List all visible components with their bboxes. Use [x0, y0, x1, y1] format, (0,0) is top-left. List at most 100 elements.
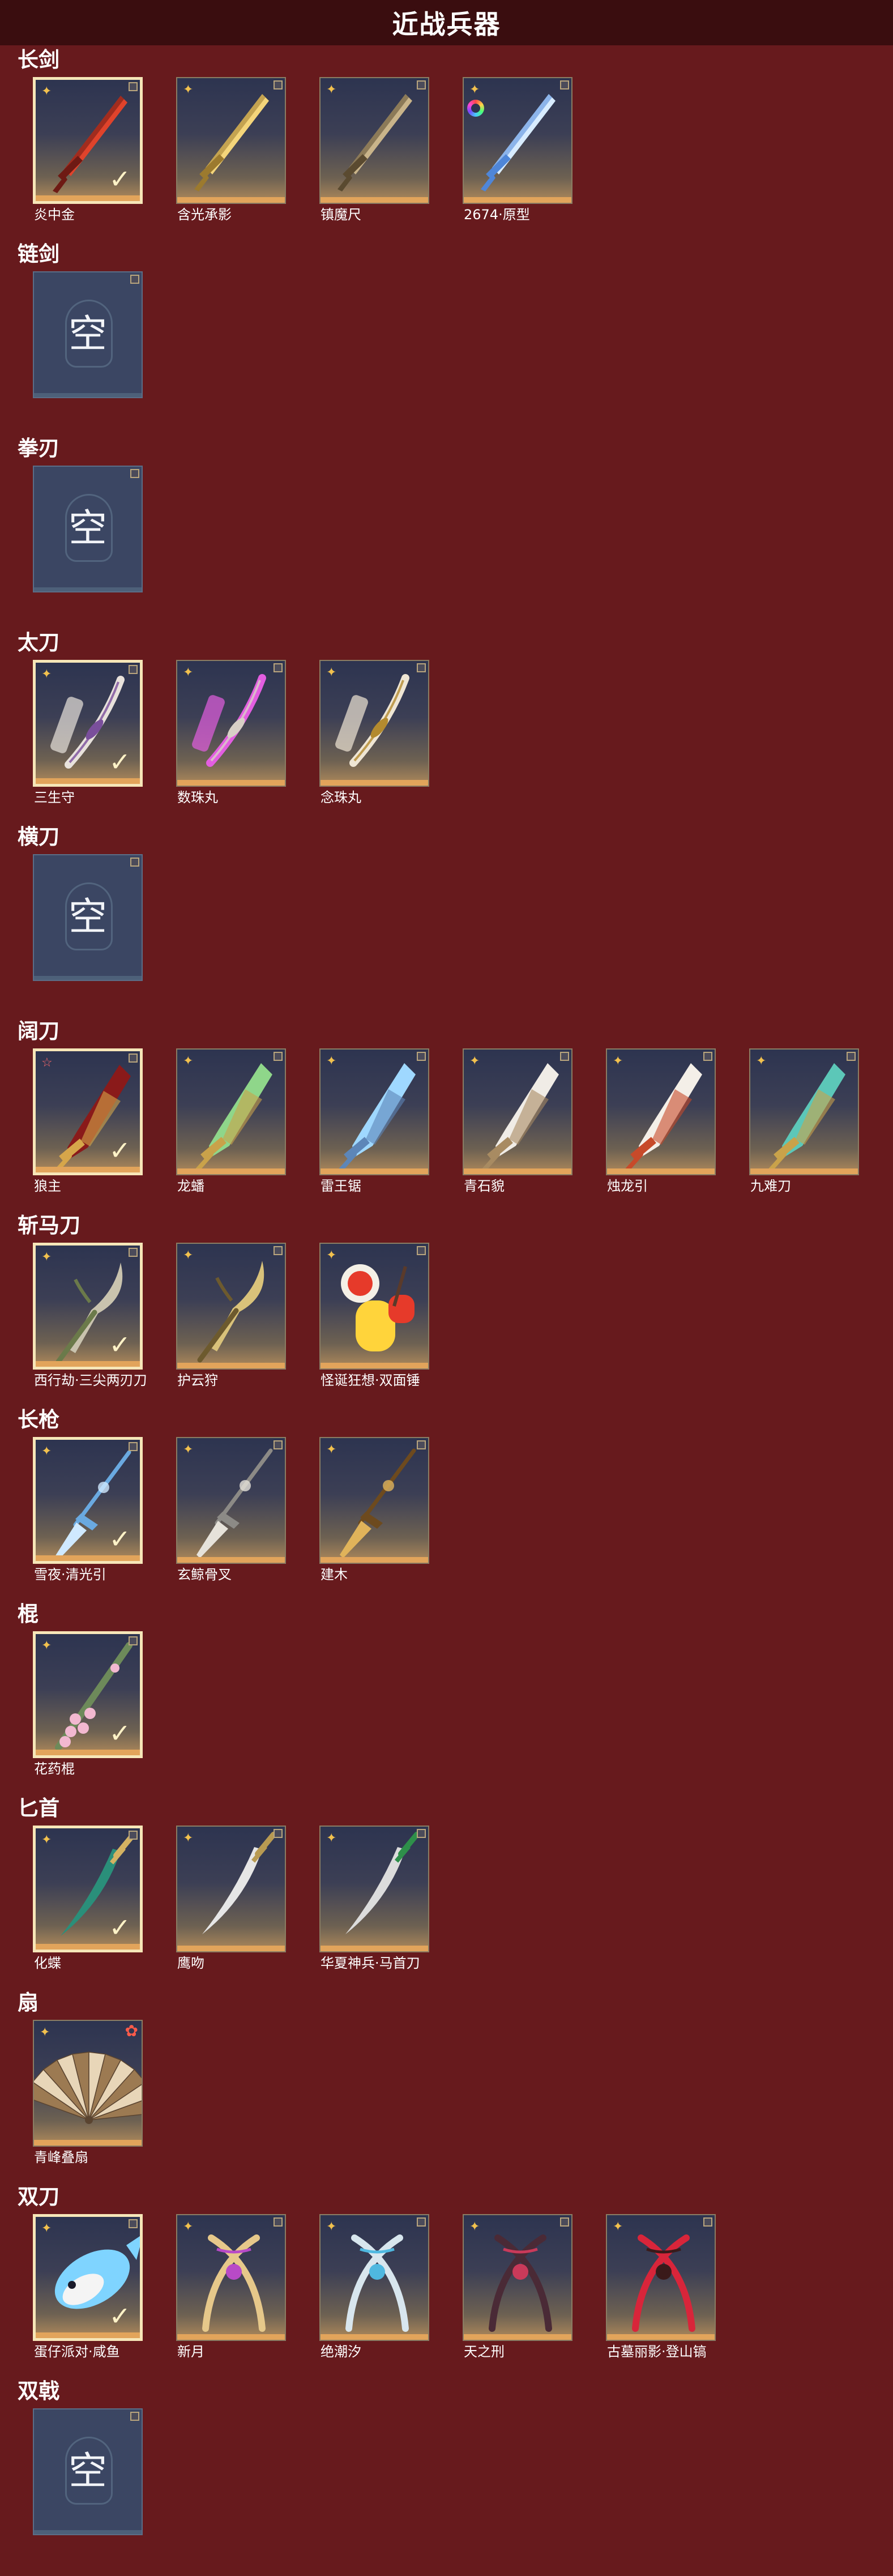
- equipped-check-icon: ✓: [109, 747, 131, 777]
- weapon-slot[interactable]: ✦ ✓ 炎中金: [33, 77, 143, 236]
- card-bottom-bar: [321, 197, 428, 203]
- weapon-card[interactable]: ✦: [176, 77, 286, 204]
- equipped-check-icon: ✓: [109, 1718, 131, 1748]
- weapon-card[interactable]: 空: [33, 854, 143, 981]
- weapon-slot[interactable]: ✦ 古墓丽影·登山镐: [606, 2214, 716, 2373]
- gold-star-rarity-icon: ✦: [41, 84, 52, 99]
- weapon-name-label: 玄鲸骨叉: [177, 1567, 232, 1583]
- weapon-card[interactable]: ✦: [749, 1048, 859, 1175]
- weapon-slot[interactable]: ✦ ✓ 西行劫·三尖两刃刀: [33, 1243, 147, 1401]
- weapon-card[interactable]: 空: [33, 2408, 143, 2535]
- weapon-card[interactable]: ✦ ✓: [33, 1631, 143, 1758]
- flower-badge-icon: ✿: [125, 2021, 138, 2040]
- corner-marker-icon: [274, 1052, 283, 1061]
- weapon-card[interactable]: ☆ ✓: [33, 1048, 143, 1175]
- section-title: 阔刀: [18, 1019, 59, 1043]
- weapon-slot[interactable]: ✦ 雷王锯: [319, 1048, 429, 1207]
- weapon-slot[interactable]: ✦ 绝潮汐: [319, 2214, 429, 2373]
- gold-star-rarity-icon: ✦: [41, 1639, 52, 1653]
- weapon-card[interactable]: ✦: [463, 77, 572, 204]
- empty-weapon-slot[interactable]: 空: [33, 854, 143, 1013]
- weapon-name-label: 2674·原型: [464, 207, 530, 223]
- weapon-slot-row: 空: [33, 271, 882, 430]
- weapon-slot[interactable]: ✦ 镇魔尺: [319, 77, 429, 236]
- section-title: 扇: [18, 1990, 39, 2015]
- weapon-card[interactable]: 空: [33, 271, 143, 398]
- weapon-slot[interactable]: ✦ 华夏神兵·马首刀: [319, 1826, 429, 1984]
- weapon-card[interactable]: ✦: [319, 2214, 429, 2341]
- corner-marker-icon: [847, 1052, 856, 1061]
- corner-marker-icon: [417, 2217, 426, 2227]
- weapon-card[interactable]: ✦: [606, 1048, 716, 1175]
- weapon-section: 斩马刀 ✦ ✓ 西行劫·三尖两刃刀 ✦ 护云狩 ✦ 怪诞狂想·双面锤: [0, 1211, 893, 1405]
- weapon-card[interactable]: ✦: [319, 1243, 429, 1370]
- weapon-card[interactable]: ✦: [176, 1048, 286, 1175]
- weapon-card[interactable]: ✦ ✓: [33, 1437, 143, 1564]
- weapon-slot[interactable]: ✦ 青石貌: [463, 1048, 572, 1207]
- weapon-card[interactable]: ✦: [176, 2214, 286, 2341]
- weapon-slot[interactable]: ✦ 新月: [176, 2214, 286, 2373]
- empty-weapon-slot[interactable]: 空: [33, 466, 143, 624]
- card-bottom-bar: [321, 1557, 428, 1563]
- gold-star-rarity-icon: ✦: [183, 83, 194, 97]
- weapon-card[interactable]: ✦: [176, 660, 286, 787]
- weapon-slot[interactable]: ✦ 玄鲸骨叉: [176, 1437, 286, 1596]
- corner-marker-icon: [129, 665, 138, 674]
- weapon-slot[interactable]: ✦ 天之刑: [463, 2214, 572, 2373]
- card-bottom-bar: [321, 780, 428, 786]
- weapon-card[interactable]: ✦: [176, 1826, 286, 1952]
- card-bottom-bar: [177, 1168, 285, 1174]
- weapon-slot[interactable]: ✦ 念珠丸: [319, 660, 429, 818]
- weapon-slot[interactable]: ✦ ✓ 蛋仔派对·咸鱼: [33, 2214, 143, 2373]
- weapon-card[interactable]: ✦: [176, 1243, 286, 1370]
- weapon-card[interactable]: ✦ ✓: [33, 77, 143, 204]
- weapon-slot[interactable]: ☆ ✓ 狼主: [33, 1048, 143, 1207]
- corner-marker-icon: [129, 1442, 138, 1451]
- weapon-slot-row: ✦ ✿ 青峰叠扇: [33, 2020, 882, 2178]
- weapon-name-label: 绝潮汐: [321, 2344, 361, 2360]
- weapon-slot[interactable]: ✦ ✓ 雪夜·清光引: [33, 1437, 143, 1596]
- weapon-card[interactable]: ✦: [463, 1048, 572, 1175]
- weapon-card[interactable]: ✦ ✓: [33, 660, 143, 787]
- weapon-slot[interactable]: ✦ 龙蟠: [176, 1048, 286, 1207]
- weapon-card[interactable]: ✦: [319, 1826, 429, 1952]
- weapon-slot[interactable]: ✦ 护云狩: [176, 1243, 286, 1401]
- weapon-section: 长枪 ✦ ✓ 雪夜·清光引 ✦ 玄鲸骨叉 ✦ 建木: [0, 1405, 893, 1600]
- weapon-slot[interactable]: ✦ 数珠丸: [176, 660, 286, 818]
- weapon-card[interactable]: ✦ ✿: [33, 2020, 143, 2147]
- weapon-card[interactable]: ✦: [319, 77, 429, 204]
- page-title: 近战兵器: [392, 9, 501, 40]
- stone-broadblade-icon: [482, 1063, 559, 1172]
- weapon-card[interactable]: 空: [33, 466, 143, 592]
- dark-sword-icon: [337, 94, 412, 191]
- weapon-slot[interactable]: ✦ ✓ 三生守: [33, 660, 143, 818]
- empty-weapon-slot[interactable]: 空: [33, 2408, 143, 2567]
- weapon-card[interactable]: ✦: [319, 660, 429, 787]
- corner-marker-icon: [560, 80, 569, 89]
- weapon-slot[interactable]: ✦ 2674·原型: [463, 77, 572, 236]
- weapon-card[interactable]: ✦: [319, 1437, 429, 1564]
- weapon-name-label: 烛龙引: [607, 1178, 648, 1194]
- weapon-slot[interactable]: ✦ ✓ 化蝶: [33, 1826, 143, 1984]
- weapon-slot[interactable]: ✦ 九难刀: [749, 1048, 859, 1207]
- corner-marker-icon: [274, 2217, 283, 2227]
- weapon-card[interactable]: ✦ ✓: [33, 1826, 143, 1952]
- weapon-slot[interactable]: ✦ ✓ 花药棍: [33, 1631, 143, 1790]
- weapon-card[interactable]: ✦: [176, 1437, 286, 1564]
- weapon-slot[interactable]: ✦ 烛龙引: [606, 1048, 716, 1207]
- weapon-card[interactable]: ✦: [463, 2214, 572, 2341]
- weapon-slot[interactable]: ✦ 建木: [319, 1437, 429, 1596]
- weapon-card[interactable]: ✦ ✓: [33, 1243, 143, 1370]
- empty-weapon-slot[interactable]: 空: [33, 271, 143, 430]
- weapon-card[interactable]: ✦: [319, 1048, 429, 1175]
- weapon-section: 链剑空: [0, 240, 893, 434]
- weapon-slot[interactable]: ✦ 含光承影: [176, 77, 286, 236]
- section-title: 太刀: [18, 630, 59, 655]
- weapon-slot[interactable]: ✦ ✿ 青峰叠扇: [33, 2020, 143, 2178]
- weapon-card[interactable]: ✦: [606, 2214, 716, 2341]
- weapon-name-label: 花药棍: [34, 1761, 75, 1777]
- weapon-slot[interactable]: ✦ 怪诞狂想·双面锤: [319, 1243, 429, 1401]
- weapon-card[interactable]: ✦ ✓: [33, 2214, 143, 2341]
- gold-star-rarity-icon: ✦: [183, 1831, 194, 1845]
- weapon-slot[interactable]: ✦ 鹰吻: [176, 1826, 286, 1984]
